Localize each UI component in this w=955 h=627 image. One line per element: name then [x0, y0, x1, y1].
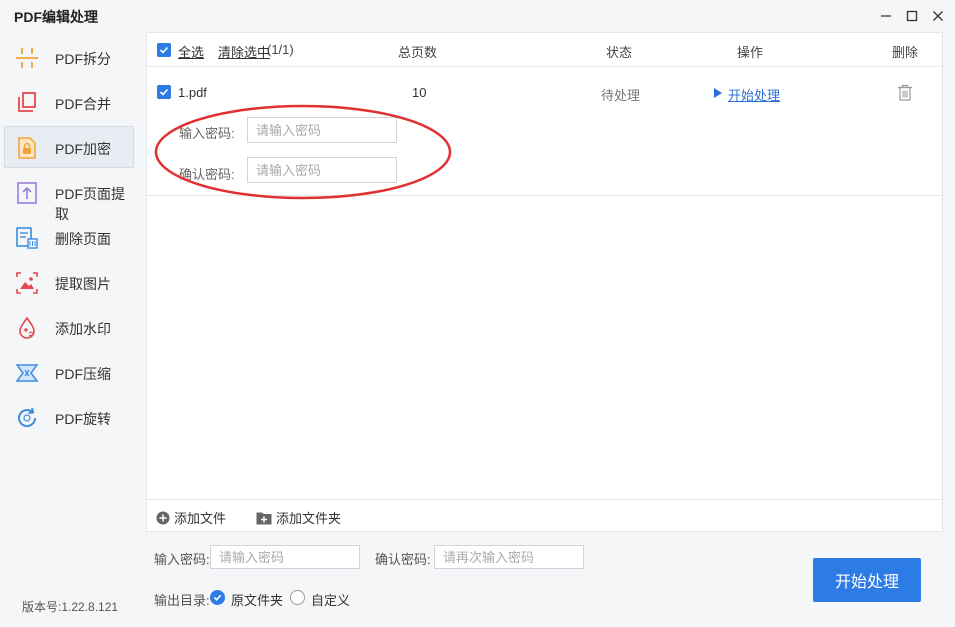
- select-all-link[interactable]: 全选: [178, 42, 204, 61]
- row-checkbox[interactable]: [157, 85, 171, 99]
- title-bar: PDF编辑处理: [0, 0, 955, 32]
- page-extract-icon: [17, 182, 37, 204]
- add-folder-button[interactable]: 添加文件夹: [256, 508, 341, 527]
- sidebar-item-split[interactable]: PDF拆分: [4, 36, 134, 78]
- output-dir-label: 输出目录:: [154, 593, 210, 608]
- lock-file-icon: [18, 137, 36, 159]
- folder-plus-icon: [256, 512, 272, 524]
- version-label: 版本号:1.22.8.121: [22, 600, 119, 614]
- row-confirm-input[interactable]: [247, 157, 397, 183]
- sidebar-item-label: 添加水印: [55, 321, 111, 337]
- sidebar-item-label: 提取图片: [55, 276, 111, 292]
- trash-icon[interactable]: [897, 84, 913, 101]
- sidebar-item-compress[interactable]: PDF压缩: [4, 351, 134, 393]
- radio-original-folder[interactable]: [210, 590, 225, 605]
- row-password-input[interactable]: [247, 117, 397, 143]
- sidebar-item-image-extract[interactable]: 提取图片: [4, 261, 134, 303]
- maximize-icon: [906, 10, 918, 22]
- app-title: PDF编辑处理: [14, 9, 98, 25]
- sidebar-item-delete-page[interactable]: 删除页面: [4, 216, 134, 258]
- sidebar-item-label: 删除页面: [55, 231, 111, 247]
- maximize-button[interactable]: [902, 6, 922, 26]
- bottom-confirm-label: 确认密码:: [375, 552, 431, 567]
- header-action: 操作: [737, 45, 764, 60]
- bottom-password-label: 输入密码:: [154, 552, 210, 567]
- minimize-icon: [881, 15, 891, 17]
- bottom-password-input[interactable]: [210, 545, 360, 569]
- add-file-label: 添加文件: [174, 511, 227, 526]
- header-pages: 总页数: [398, 45, 438, 60]
- radio-custom-label: 自定义: [311, 593, 351, 608]
- watermark-icon: [19, 316, 35, 339]
- check-icon: [213, 594, 222, 601]
- page-count: 10: [412, 85, 427, 100]
- table-header: 全选 清除选中 (1/1) 总页数 状态 操作 删除: [147, 33, 942, 67]
- image-extract-icon: [16, 272, 38, 294]
- sidebar-item-rotate[interactable]: PDF旋转: [4, 396, 134, 438]
- close-button[interactable]: [928, 6, 948, 26]
- radio-custom[interactable]: [290, 590, 305, 605]
- sidebar-item-merge[interactable]: PDF合并: [4, 81, 134, 123]
- add-file-button[interactable]: 添加文件: [156, 508, 226, 527]
- check-icon: [159, 46, 169, 54]
- sidebar-item-page-extract[interactable]: PDF页面提取: [4, 171, 134, 222]
- panel-footer: 添加文件 添加文件夹: [147, 499, 942, 531]
- compress-icon: [15, 364, 39, 382]
- start-process-button[interactable]: 开始处理: [813, 558, 921, 602]
- sidebar-item-label: PDF拆分: [55, 51, 111, 67]
- start-process-link[interactable]: 开始处理: [728, 85, 780, 104]
- sidebar-item-label: PDF合并: [55, 96, 111, 112]
- add-folder-label: 添加文件夹: [276, 511, 342, 526]
- sidebar-item-label: PDF压缩: [55, 366, 111, 382]
- sidebar-item-watermark[interactable]: 添加水印: [4, 306, 134, 348]
- header-status: 状态: [606, 45, 633, 60]
- rotate-icon: [18, 407, 37, 427]
- clear-selection-link[interactable]: 清除选中: [218, 42, 270, 61]
- table-row: 1.pdf 10 待处理 开始处理 输入密码: 确认密码:: [147, 68, 942, 196]
- sidebar: PDF拆分 PDF合并 PDF加密 PDF页面提取 删除页面 提取图片 添加水印…: [0, 32, 140, 627]
- split-icon: [16, 48, 38, 68]
- merge-icon: [18, 92, 36, 112]
- minimize-button[interactable]: [876, 6, 896, 26]
- status-text: 待处理: [601, 88, 641, 103]
- close-icon: [933, 11, 943, 21]
- bottom-confirm-input[interactable]: [434, 545, 584, 569]
- select-all-checkbox[interactable]: [157, 43, 171, 57]
- plus-circle-icon: [156, 511, 170, 524]
- sidebar-item-label: PDF旋转: [55, 411, 111, 427]
- file-name: 1.pdf: [178, 85, 207, 100]
- row-confirm-label: 确认密码:: [179, 167, 235, 182]
- sidebar-item-label: PDF加密: [55, 141, 111, 157]
- selection-count: (1/1): [267, 42, 294, 57]
- play-icon: [714, 88, 722, 98]
- check-icon: [159, 88, 169, 96]
- file-list-panel: 全选 清除选中 (1/1) 总页数 状态 操作 删除 1.pdf 10 待处理 …: [146, 32, 943, 532]
- delete-page-icon: [16, 227, 38, 249]
- radio-original-label: 原文件夹: [231, 593, 284, 608]
- header-delete: 删除: [892, 45, 919, 60]
- sidebar-item-encrypt[interactable]: PDF加密: [4, 126, 134, 168]
- row-password-label: 输入密码:: [179, 126, 235, 141]
